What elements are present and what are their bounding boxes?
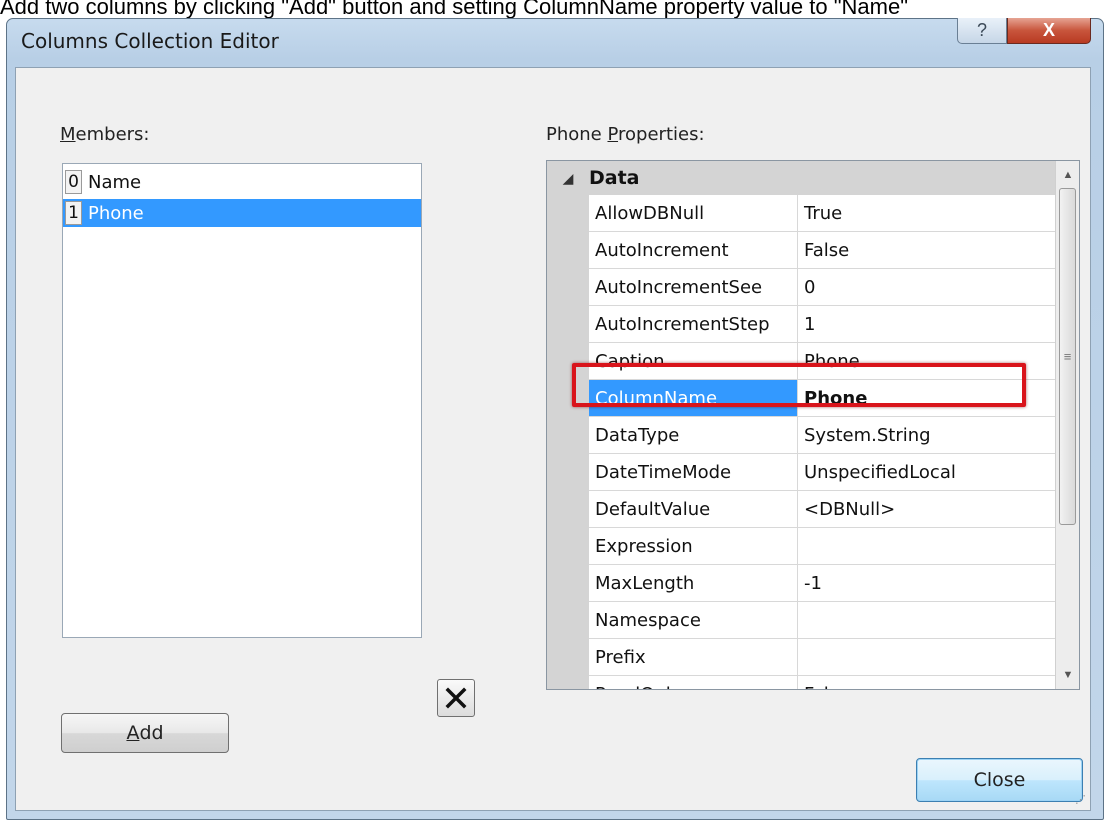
property-value[interactable]: -1 bbox=[798, 565, 1055, 601]
property-row[interactable]: AutoIncrementStep 1 bbox=[589, 306, 1055, 343]
property-name[interactable]: AllowDBNull bbox=[589, 195, 798, 231]
members-label: Members: bbox=[60, 124, 150, 145]
property-name[interactable]: DefaultValue bbox=[589, 491, 798, 527]
scroll-down-icon[interactable]: ▼ bbox=[1056, 665, 1079, 685]
dialog-title: Columns Collection Editor bbox=[21, 29, 279, 53]
close-icon: X bbox=[1042, 20, 1055, 40]
member-index: 0 bbox=[65, 170, 82, 194]
property-value[interactable]: System.String bbox=[798, 417, 1055, 453]
property-row[interactable]: ReadOnlyFalse bbox=[589, 676, 1055, 690]
property-name[interactable]: AutoIncrementSee bbox=[589, 269, 798, 305]
property-row[interactable]: MaxLength -1 bbox=[589, 565, 1055, 602]
property-value[interactable]: False bbox=[798, 676, 1055, 690]
dialog-client-area: Members: 0 Name 1 Phone Add Phone Propertie… bbox=[15, 67, 1091, 811]
property-name[interactable]: AutoIncrement bbox=[589, 232, 798, 268]
property-value[interactable]: 0 bbox=[798, 269, 1055, 305]
property-name[interactable]: DateTimeMode bbox=[589, 454, 798, 490]
category-row-data[interactable]: ◢ Data bbox=[547, 161, 1055, 195]
member-name: Name bbox=[88, 171, 142, 193]
delete-icon bbox=[445, 687, 467, 709]
vertical-scrollbar[interactable]: ▲ ≡ ▼ bbox=[1055, 161, 1079, 689]
property-row[interactable]: DateTimeMode UnspecifiedLocal bbox=[589, 454, 1055, 491]
property-grid[interactable]: ◢ Data AllowDBNull True AutoIncrement False… bbox=[546, 160, 1080, 690]
window-close-button[interactable]: X bbox=[1007, 18, 1091, 44]
tutorial-caption: Add two columns by clicking "Add" button… bbox=[0, 0, 909, 18]
title-bar[interactable]: Columns Collection Editor ? X bbox=[7, 18, 1103, 67]
annotation-highlight bbox=[572, 363, 1026, 407]
help-icon: ? bbox=[976, 20, 987, 40]
property-row[interactable]: DefaultValue <DBNull> bbox=[589, 491, 1055, 528]
help-button[interactable]: ? bbox=[957, 18, 1007, 44]
property-row[interactable]: Expression bbox=[589, 528, 1055, 565]
member-item[interactable]: 1 Phone bbox=[63, 199, 421, 227]
member-name: Phone bbox=[88, 202, 144, 224]
properties-label: Phone Properties: bbox=[546, 124, 705, 145]
collapse-triangle-icon[interactable]: ◢ bbox=[547, 170, 589, 187]
property-row[interactable]: Prefix bbox=[589, 639, 1055, 676]
member-item[interactable]: 0 Name bbox=[63, 168, 421, 196]
add-button[interactable]: Add bbox=[61, 713, 229, 753]
scroll-thumb[interactable]: ≡ bbox=[1059, 188, 1076, 525]
property-value[interactable]: UnspecifiedLocal bbox=[798, 454, 1055, 490]
property-name[interactable]: DataType bbox=[589, 417, 798, 453]
property-name[interactable]: ReadOnly bbox=[589, 676, 798, 689]
resize-grip-icon[interactable]: ⋰ bbox=[1075, 793, 1086, 806]
grip-icon: ≡ bbox=[1063, 349, 1072, 364]
property-value[interactable]: True bbox=[798, 195, 1055, 231]
property-row[interactable]: AutoIncrement False bbox=[589, 232, 1055, 269]
property-row[interactable]: AllowDBNull True bbox=[589, 195, 1055, 232]
property-value[interactable] bbox=[798, 528, 1055, 564]
property-row[interactable]: DataType System.String bbox=[589, 417, 1055, 454]
property-value[interactable]: <DBNull> bbox=[798, 491, 1055, 527]
dialog-window: Columns Collection Editor ? X Members: 0… bbox=[6, 18, 1104, 820]
property-name[interactable]: Expression bbox=[589, 528, 798, 564]
property-grid-gutter bbox=[547, 161, 589, 689]
close-button[interactable]: Close bbox=[916, 758, 1083, 802]
members-list[interactable]: 0 Name 1 Phone bbox=[62, 163, 422, 638]
property-name[interactable]: AutoIncrementStep bbox=[589, 306, 798, 342]
property-name[interactable]: MaxLength bbox=[589, 565, 798, 601]
property-value[interactable] bbox=[798, 602, 1055, 638]
property-row[interactable]: Namespace bbox=[589, 602, 1055, 639]
property-value[interactable]: False bbox=[798, 232, 1055, 268]
property-row[interactable]: AutoIncrementSee 0 bbox=[589, 269, 1055, 306]
property-name[interactable]: Prefix bbox=[589, 639, 798, 675]
property-name[interactable]: Namespace bbox=[589, 602, 798, 638]
property-value[interactable]: 1 bbox=[798, 306, 1055, 342]
member-index: 1 bbox=[65, 201, 82, 225]
category-label: Data bbox=[589, 167, 640, 189]
scroll-up-icon[interactable]: ▲ bbox=[1056, 165, 1079, 185]
remove-member-button[interactable] bbox=[437, 679, 475, 717]
property-value[interactable] bbox=[798, 639, 1055, 675]
